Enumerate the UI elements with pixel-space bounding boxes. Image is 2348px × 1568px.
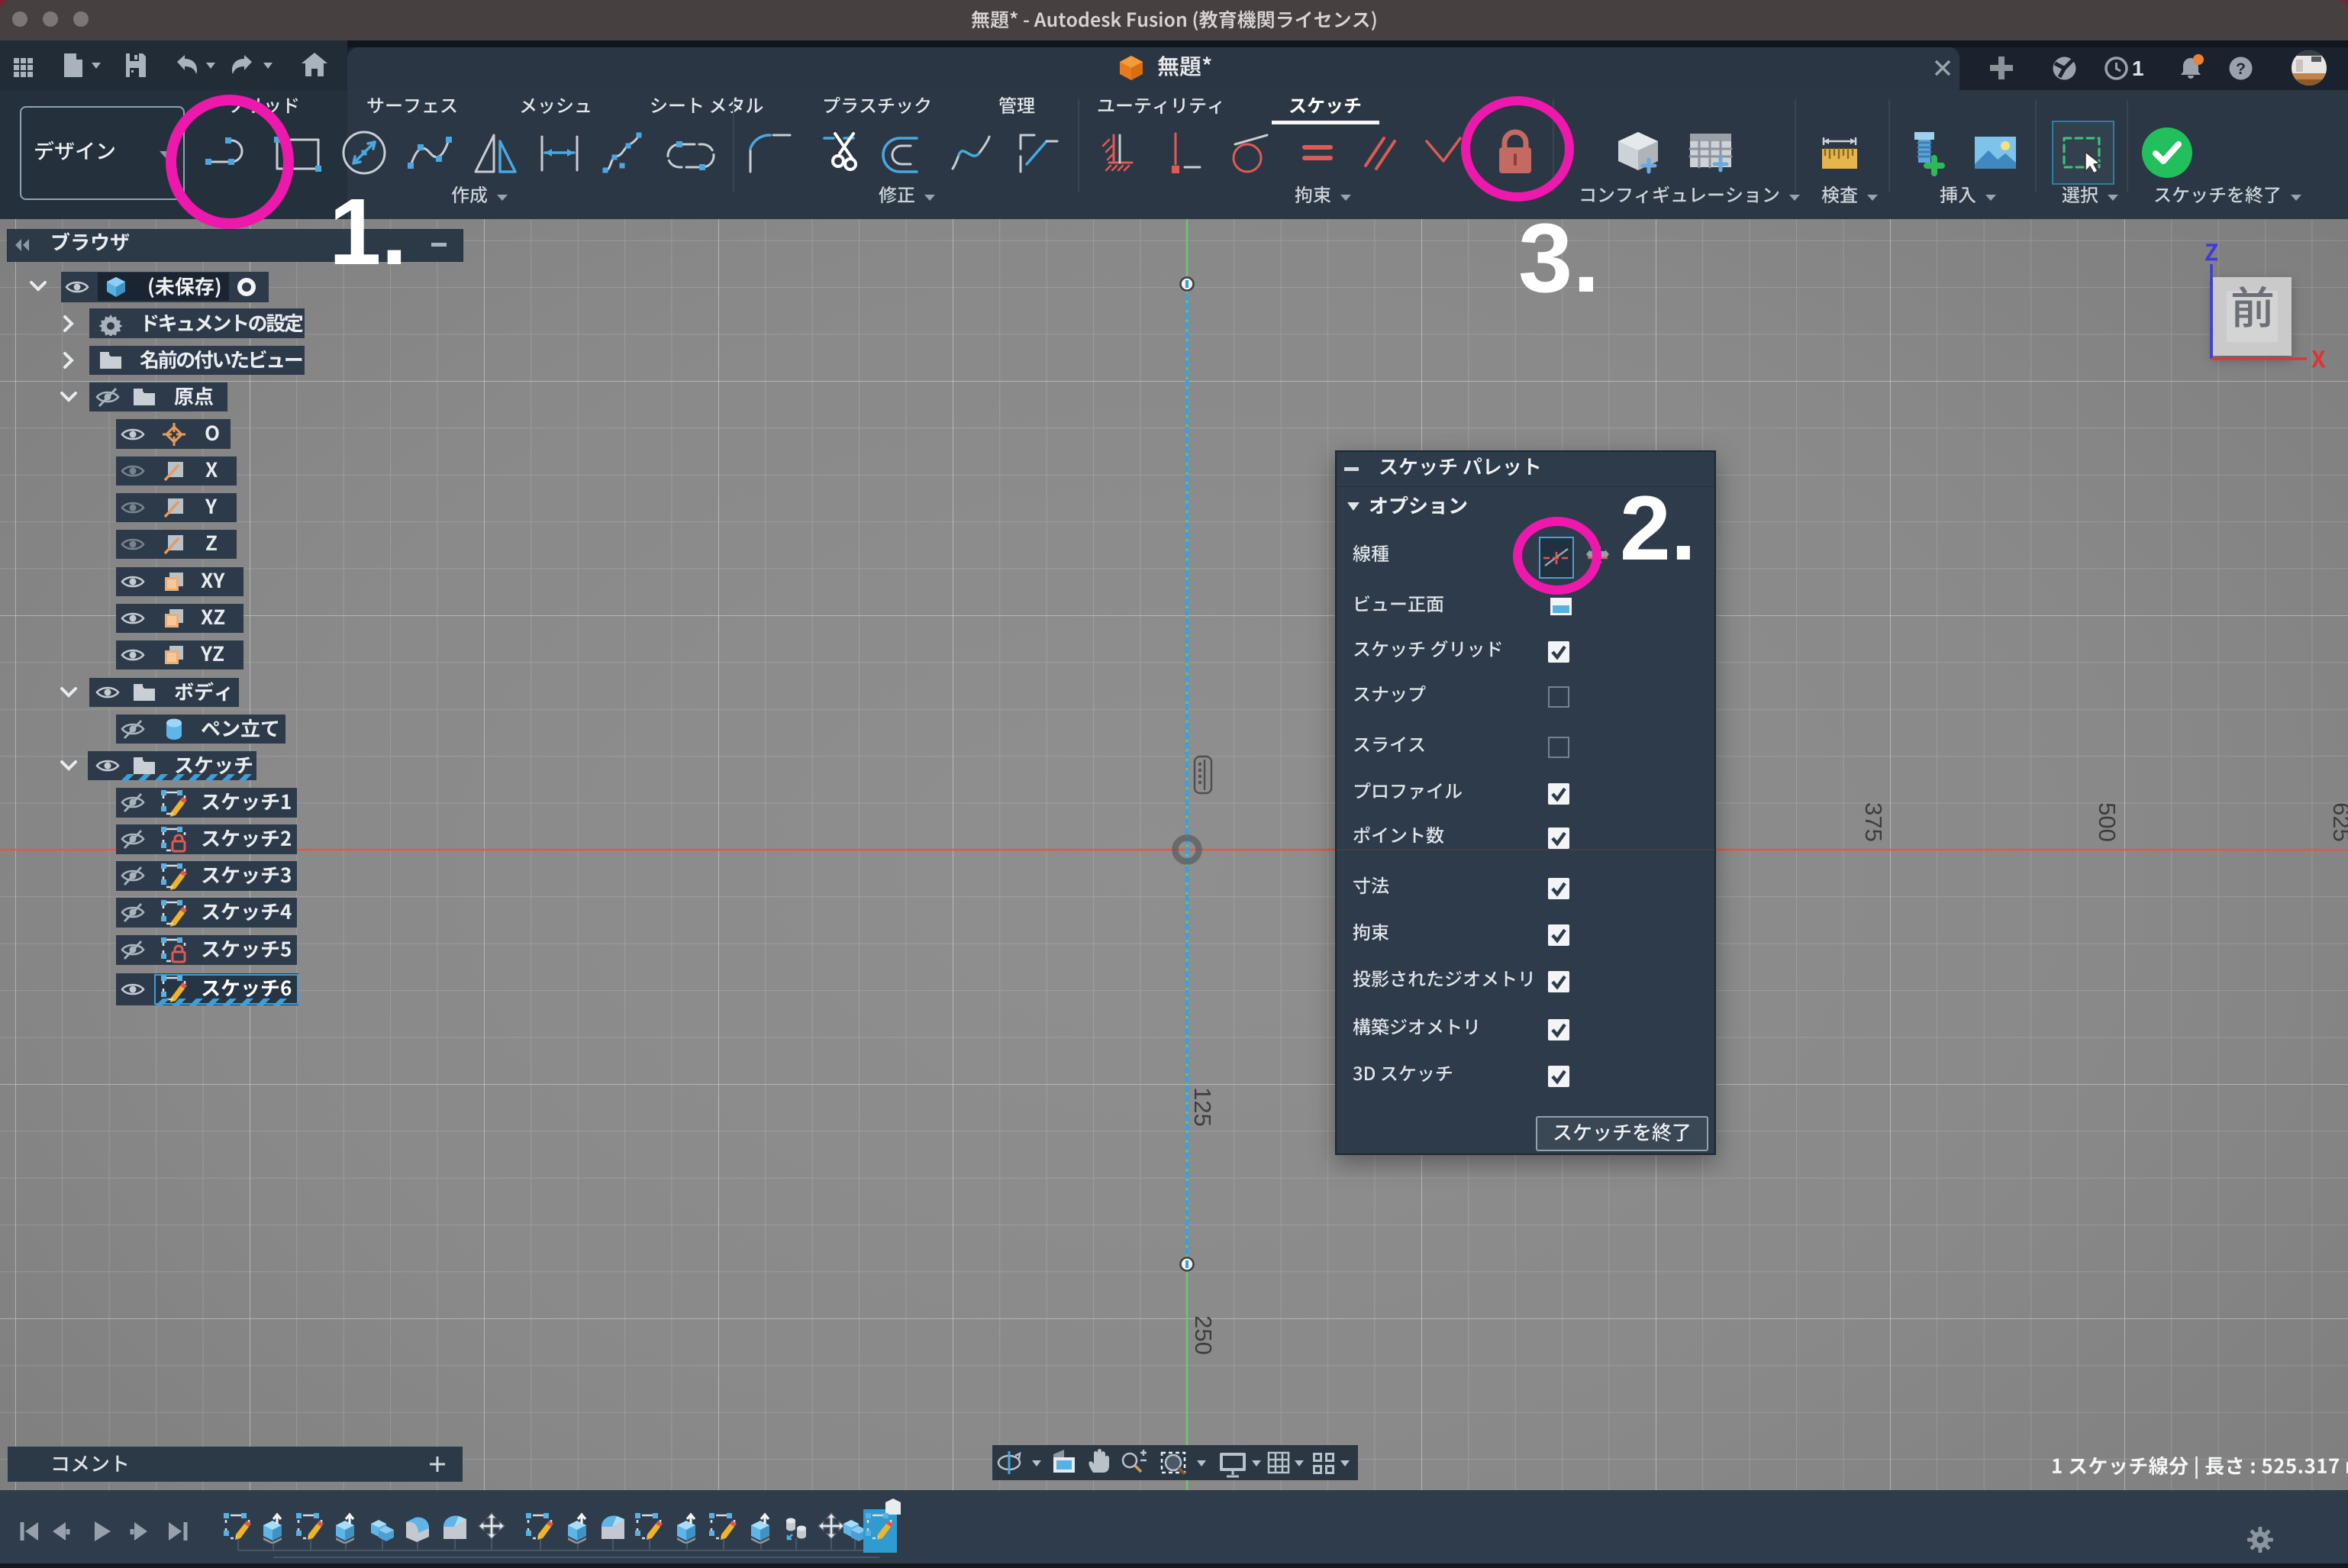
svg-text:?: ? (2236, 60, 2246, 78)
